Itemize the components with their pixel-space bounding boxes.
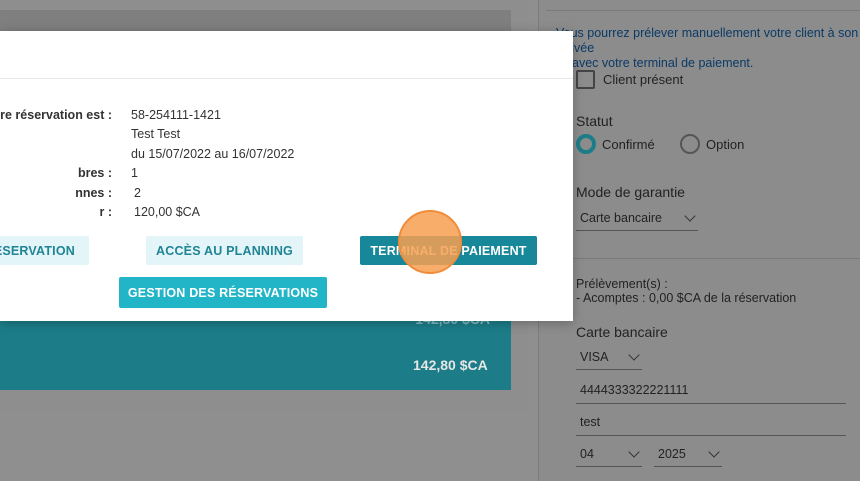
chevron-down-icon	[628, 445, 640, 458]
client-present-checkbox[interactable]	[576, 70, 595, 89]
view-reservation-button[interactable]: ÉSERVATION	[0, 236, 89, 265]
client-present-checkbox-row[interactable]: Client présent	[576, 70, 683, 89]
radio-option-icon[interactable]	[680, 134, 700, 154]
statut-label: Statut	[576, 113, 613, 129]
client-name-value: Test Test	[131, 127, 181, 141]
prelevements-label: Prélèvement(s) :	[576, 277, 668, 291]
card-number-field[interactable]: 4444333322221111	[576, 383, 846, 404]
modal-header-divider	[0, 78, 573, 79]
reservation-number-value: 58-254111-1421	[131, 108, 221, 122]
prelevements-detail: - Acomptes : 0,00 $CA de la réservation	[576, 291, 797, 305]
side-panel-divider-top	[546, 10, 860, 11]
click-indicator	[398, 210, 462, 274]
payment-info-line-2: avec votre terminal de paiement.	[572, 56, 754, 70]
carte-bancaire-label: Carte bancaire	[576, 324, 668, 340]
garantie-value: Carte bancaire	[580, 211, 662, 225]
persons-label: nnes :	[75, 186, 112, 200]
persons-value: 2	[134, 186, 141, 200]
rooms-value: 1	[131, 166, 138, 180]
statut-radio-option[interactable]: Option	[680, 134, 744, 154]
statut-radio-confirme[interactable]: Confirmé	[576, 134, 655, 154]
rooms-label: bres :	[77, 166, 112, 180]
confirmation-modal: re réservation est : 58-254111-1421 Test…	[0, 31, 573, 321]
radio-confirme-label: Confirmé	[602, 136, 655, 152]
card-type-select[interactable]: VISA	[576, 348, 642, 370]
total-amount: 142,80 $CA	[413, 357, 488, 373]
amount-label: r :	[99, 205, 113, 219]
stay-dates-value: du 15/07/2022 au 16/07/2022	[131, 147, 295, 161]
card-type-value: VISA	[580, 350, 609, 364]
garantie-label: Mode de garantie	[576, 184, 685, 200]
client-present-label: Client présent	[603, 72, 684, 87]
reservation-number-label: re réservation est :	[0, 108, 112, 122]
payment-info-line-1: Vous pourrez prélever manuellement votre…	[556, 26, 859, 55]
radio-option-label: Option	[706, 136, 745, 152]
radio-confirme-icon[interactable]	[576, 134, 596, 154]
garantie-select[interactable]: Carte bancaire	[576, 209, 698, 231]
exp-month-select[interactable]: 04	[576, 445, 642, 467]
chevron-down-icon	[684, 209, 696, 222]
exp-month-value: 04	[580, 447, 594, 461]
side-panel-divider	[566, 258, 860, 259]
payment-info-text: Vous pourrez prélever manuellement votre…	[556, 26, 860, 71]
prelevements-block: Prélèvement(s) : - Acomptes : 0,00 $CA d…	[576, 277, 796, 305]
planning-access-button[interactable]: ACCÈS AU PLANNING	[146, 236, 303, 265]
chevron-down-icon	[708, 445, 720, 458]
exp-year-select[interactable]: 2025	[654, 445, 722, 467]
manage-reservations-button[interactable]: GESTION DES RÉSERVATIONS	[119, 277, 327, 308]
card-holder-field[interactable]: test	[576, 415, 846, 436]
amount-value: 120,00 $CA	[134, 205, 201, 219]
exp-year-value: 2025	[658, 447, 686, 461]
chevron-down-icon	[628, 348, 640, 361]
